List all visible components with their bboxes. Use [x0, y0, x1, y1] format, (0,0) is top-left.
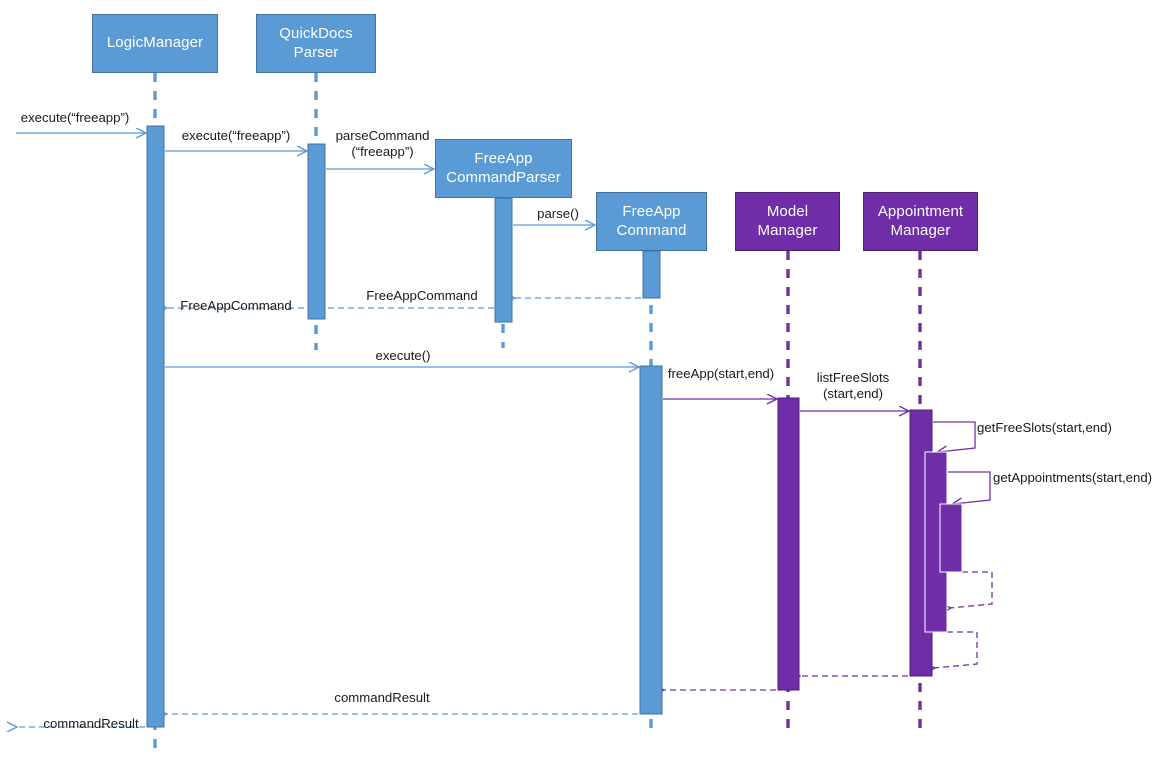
- activation-logicmanager: [146, 125, 165, 728]
- participant-label: LogicManager: [106, 34, 204, 52]
- sequence-diagram-canvas: LogicManager QuickDocs Parser FreeApp Co…: [0, 0, 1175, 762]
- arrow-get-appointments-selfcall: [948, 471, 991, 504]
- participant-modelmanager[interactable]: Model Manager: [735, 192, 840, 251]
- activation-appointmentmanager-3: [939, 503, 963, 573]
- message-label-get-appointments: getAppointments(start,end): [993, 470, 1153, 485]
- participant-label: FreeApp Command: [616, 202, 687, 239]
- message-label-list-free-slots: listFreeSlots (start,end): [816, 370, 890, 401]
- participant-label: Appointment Manager: [877, 202, 964, 239]
- message-label-parse: parse(): [537, 206, 579, 221]
- message-label-free-app: freeApp(start,end): [667, 366, 775, 381]
- message-label-execute-freeapp-entry: execute(“freeapp”): [20, 110, 130, 125]
- message-label-command-result-outer: commandResult: [43, 716, 139, 731]
- participant-label: Model Manager: [757, 202, 818, 239]
- arrow-return-get-free-slots: [934, 631, 978, 668]
- activation-freeappcommand-create: [642, 250, 661, 299]
- message-label-return-freeappcommand-inner: FreeAppCommand: [366, 288, 478, 303]
- activation-freeappcommand-execute: [639, 365, 663, 715]
- message-label-command-result-inner: commandResult: [334, 690, 430, 705]
- activation-freeappcommandparser: [494, 197, 513, 323]
- participant-label: QuickDocs Parser: [279, 24, 353, 61]
- participant-logicmanager[interactable]: LogicManager: [92, 14, 218, 73]
- activation-quickdocsparser: [307, 143, 326, 320]
- diagram-vector-layer: [0, 73, 993, 751]
- activation-modelmanager: [777, 397, 800, 691]
- arrow-return-get-appointments: [950, 571, 993, 608]
- message-label-execute-freeapp: execute(“freeapp”): [181, 128, 291, 143]
- participant-quickdocsparser[interactable]: QuickDocs Parser: [256, 14, 376, 73]
- participant-freeappcommand[interactable]: FreeApp Command: [596, 192, 707, 251]
- participant-freeappcommandparser[interactable]: FreeApp CommandParser: [435, 139, 572, 198]
- message-label-parse-command: parseCommand (“freeapp”): [335, 128, 430, 159]
- participant-appointmentmanager[interactable]: Appointment Manager: [863, 192, 978, 251]
- message-label-execute: execute(): [375, 348, 431, 363]
- message-label-get-free-slots: getFreeSlots(start,end): [977, 420, 1112, 435]
- participant-label: FreeApp CommandParser: [446, 149, 561, 186]
- arrow-get-free-slots-selfcall: [933, 421, 976, 452]
- message-label-return-freeappcommand-outer: FreeAppCommand: [180, 298, 292, 313]
